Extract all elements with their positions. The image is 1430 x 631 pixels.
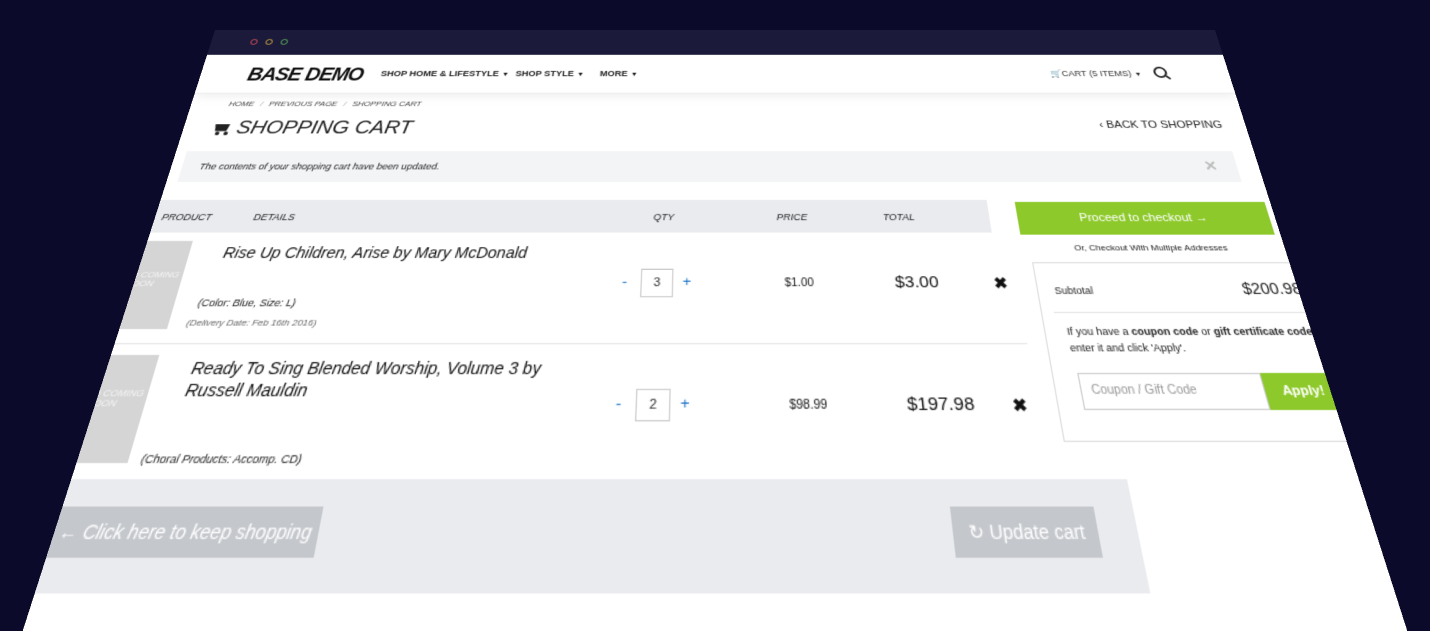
apply-coupon-button[interactable]: Apply!	[1260, 373, 1348, 410]
item-total: $197.98	[906, 394, 976, 415]
perspective-stage: BASE DEMO SHOP HOME & LIFESTYLE ▼ SHOP ST…	[0, 0, 1430, 571]
multi-address-checkout-link[interactable]: Or, Checkout With Multiple Addresses	[1022, 243, 1281, 253]
header-details: DETAILS	[252, 212, 296, 222]
caret-down-icon: ▼	[577, 72, 585, 78]
product-thumbnail[interactable]: PHOTO COMING SOON	[38, 355, 159, 463]
top-nav: BASE DEMO SHOP HOME & LIFESTYLE ▼ SHOP ST…	[195, 55, 1236, 94]
shopping-cart-icon	[209, 122, 232, 135]
caret-down-icon: ▼	[502, 72, 510, 78]
coupon-instructions: If you have a coupon code or gift certif…	[1065, 323, 1325, 356]
header-product: PRODUCT	[160, 212, 213, 222]
qty-increase-button[interactable]: +	[680, 394, 690, 413]
qty-input[interactable]: 2	[635, 389, 671, 422]
item-price: $1.00	[784, 277, 814, 289]
caret-down-icon: ▼	[1134, 72, 1143, 78]
close-window-icon[interactable]	[250, 39, 259, 45]
coupon-input[interactable]: Coupon / Gift Code	[1077, 373, 1271, 410]
remove-item-icon[interactable]: ✖	[992, 274, 1009, 293]
breadcrumb-previous[interactable]: PREVIOUS PAGE	[268, 100, 338, 108]
remove-item-icon[interactable]: ✖	[1011, 395, 1029, 416]
subtotal-value: $200.98	[1240, 280, 1304, 298]
nav-cart[interactable]: 🛒CART (5 ITEMS) ▼	[1049, 69, 1143, 78]
proceed-to-checkout-button[interactable]: Proceed to checkout →	[1015, 202, 1275, 235]
product-options: (Color: Blue, Size: L)	[197, 297, 297, 308]
qty-decrease-button[interactable]: -	[615, 394, 621, 413]
breadcrumb-home[interactable]: HOME	[228, 100, 255, 108]
product-thumbnail[interactable]: PHOTO COMING SOON	[84, 241, 193, 329]
minimize-window-icon[interactable]	[265, 39, 274, 45]
page-title: SHOPPING CART	[208, 118, 414, 139]
header-price: PRICE	[776, 212, 807, 222]
nav-shop-style[interactable]: SHOP STYLE ▼	[515, 69, 585, 78]
back-to-shopping-link[interactable]: ‹ BACK TO SHOPPING	[1098, 120, 1224, 131]
product-options: (Choral Products: Accomp. CD)	[140, 452, 304, 465]
nav-shop-home-lifestyle[interactable]: SHOP HOME & LIFESTYLE ▼	[380, 69, 510, 78]
qty-input[interactable]: 3	[640, 269, 673, 298]
product-name-link[interactable]: Ready To Sing Blended Worship, Volume 3 …	[183, 357, 582, 401]
maximize-window-icon[interactable]	[280, 39, 289, 45]
caret-down-icon: ▼	[630, 72, 637, 78]
arrow-right-icon: →	[1190, 212, 1209, 224]
qty-decrease-button[interactable]: -	[622, 273, 628, 289]
order-summary-box: Subtotal $200.98 If you have a coupon co…	[1032, 262, 1370, 442]
cart-table-header: PRODUCT DETAILS QTY PRICE TOTAL	[150, 200, 992, 233]
cart-item-row: PHOTO COMING SOON Ready To Sing Blended …	[72, 345, 1049, 476]
nav-more[interactable]: MORE ▼	[600, 69, 638, 78]
update-cart-button[interactable]: ↻ Update cart	[950, 507, 1103, 558]
close-icon[interactable]: ✕	[1202, 158, 1220, 174]
header-total: TOTAL	[882, 212, 915, 222]
site-logo[interactable]: BASE DEMO	[245, 63, 366, 85]
title-bar	[207, 30, 1223, 55]
breadcrumb-current: SHOPPING CART	[351, 100, 422, 108]
delivery-date: (Delivery Date: Feb 16th 2016)	[185, 318, 317, 328]
cart-updated-alert: The contents of your shopping cart have …	[177, 151, 1241, 182]
item-price: $98.99	[789, 399, 828, 413]
header-qty: QTY	[653, 212, 674, 222]
alert-message: The contents of your shopping cart have …	[198, 162, 440, 172]
subtotal-label: Subtotal	[1053, 285, 1094, 296]
search-icon[interactable]	[1152, 67, 1168, 78]
browser-window: BASE DEMO SHOP HOME & LIFESTYLE ▼ SHOP ST…	[19, 30, 1411, 631]
divider	[1054, 312, 1314, 313]
product-name-link[interactable]: Rise Up Children, Arise by Mary McDonald	[221, 243, 590, 262]
item-total: $3.00	[894, 273, 940, 292]
qty-increase-button[interactable]: +	[682, 273, 691, 289]
keep-shopping-button[interactable]: ← Click here to keep shopping	[33, 507, 324, 558]
breadcrumb: HOME / PREVIOUS PAGE / SHOPPING CART	[228, 100, 422, 108]
cart-item-row: PHOTO COMING SOON Rise Up Children, Aris…	[114, 235, 1027, 345]
